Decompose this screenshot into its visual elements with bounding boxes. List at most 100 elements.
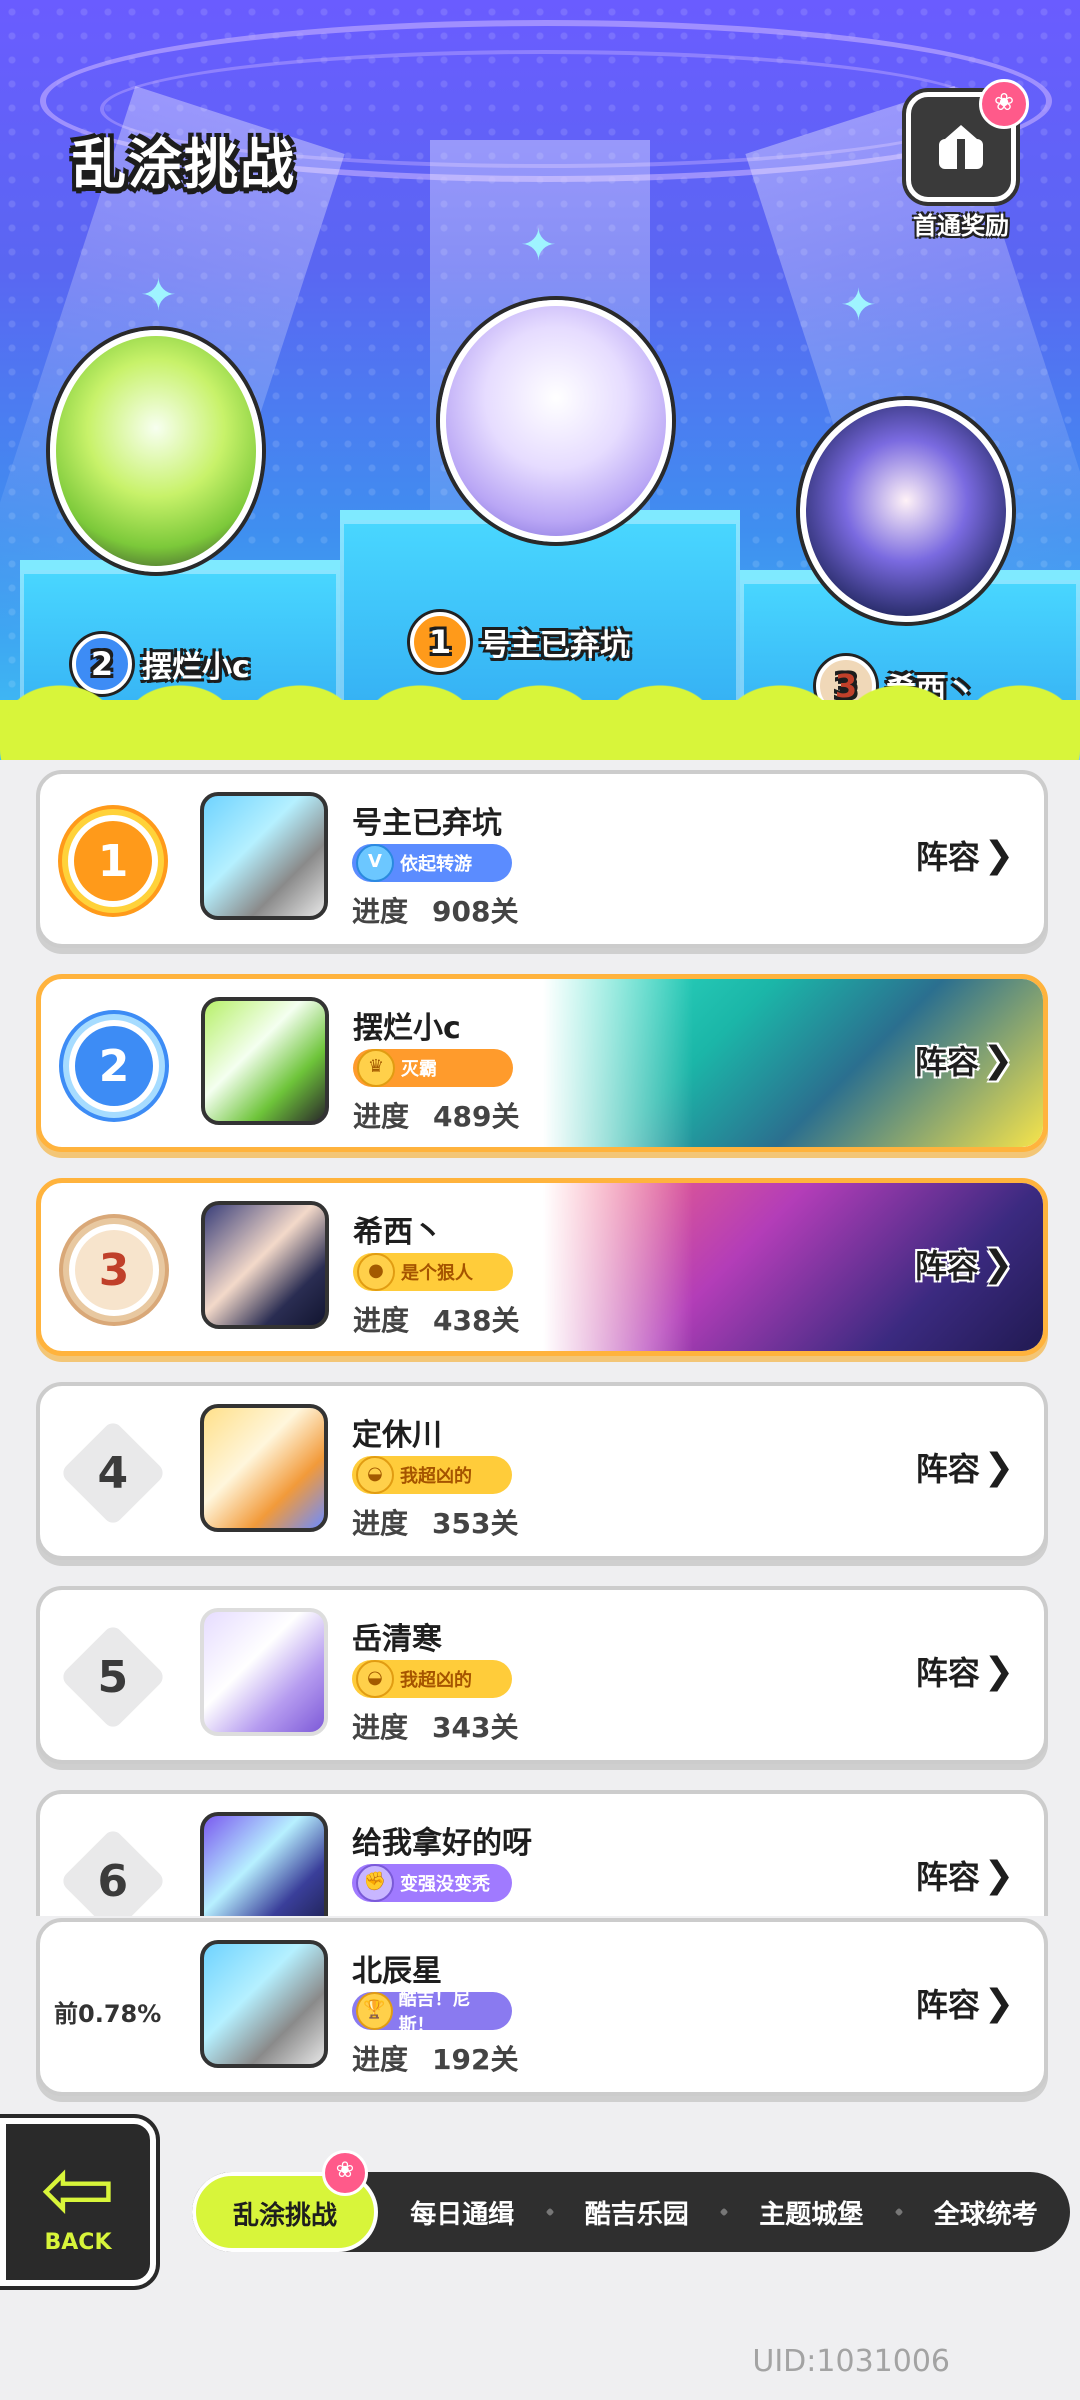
avatar[interactable] <box>200 1608 328 1736</box>
title-tag-text: 变强没变秃 <box>400 1874 490 1895</box>
first-place-character[interactable] <box>440 300 672 542</box>
lineup-button[interactable]: 阵容 ❯ <box>916 1852 1014 1898</box>
tab-global-exam[interactable]: 全球统考 <box>902 2194 1071 2231</box>
progress: 进度 343关 <box>352 1706 518 1746</box>
leaderboard-row[interactable]: 4 定休川 ◒ 我超凶的 进度 353关 阵容 ❯ <box>36 1382 1048 1560</box>
tab-theme-castle[interactable]: 主题城堡 <box>727 2194 896 2231</box>
tab-label: 每日通缉 <box>410 2199 515 2230</box>
progress: 进度 192关 <box>352 2038 518 2078</box>
tab-kuji-park[interactable]: 酷吉乐园 <box>553 2194 722 2231</box>
crown-icon: ♛ <box>357 1049 395 1087</box>
chevron-right-icon: ❯ <box>982 1243 1013 1285</box>
lineup-label: 阵容 <box>914 1043 979 1081</box>
egg-icon: ◒ <box>356 1456 394 1494</box>
leaderboard-row[interactable]: 1 号主已弃坑 V 依起转游 进度 908关 阵容 ❯ <box>36 770 1048 948</box>
gift-icon: ❀ <box>979 79 1029 129</box>
leaderboard-row[interactable]: 6 给我拿好的呀 ✊ 变强没变秃 阵容 ❯ <box>36 1790 1048 1916</box>
lineup-button[interactable]: 阵容 ❯ <box>916 1648 1014 1694</box>
my-rank-percent: 前0.78% <box>54 2000 162 2028</box>
avatar[interactable] <box>201 997 329 1125</box>
lineup-label: 阵容 <box>915 1986 980 2024</box>
podium-name-first: 1 号主已弃坑 <box>410 612 630 672</box>
leaderboard-list[interactable]: 1 号主已弃坑 V 依起转游 进度 908关 阵容 ❯ 2 摆烂小c ♛ 灭霸 进度… <box>36 766 1048 1916</box>
avatar[interactable] <box>200 792 328 920</box>
progress-value: 192关 <box>432 2043 519 2076</box>
slime-divider <box>0 680 1080 760</box>
rank-number: 6 <box>97 1855 129 1907</box>
avatar[interactable] <box>200 1812 328 1916</box>
gold-medal-icon: 1 <box>68 815 158 907</box>
progress-label: 进度 <box>352 2043 409 2076</box>
lineup-button[interactable]: 阵容 ❯ <box>915 1037 1013 1083</box>
lineup-button[interactable]: 阵容 ❯ <box>915 1241 1013 1287</box>
lineup-label: 阵容 <box>915 1654 980 1692</box>
tab-doodle-challenge[interactable]: 乱涂挑战 ❀ <box>192 2150 378 2252</box>
progress-value: 438关 <box>433 1304 520 1337</box>
reward-box-icon <box>939 125 983 169</box>
progress: 进度 489关 <box>353 1095 519 1135</box>
sparkle-icon: ✦ <box>520 220 557 271</box>
gift-icon: ❀ <box>322 2150 368 2196</box>
player-name: 给我拿好的呀 <box>352 1826 532 1861</box>
leaderboard-row[interactable]: 5 岳清寒 ◒ 我超凶的 进度 343关 阵容 ❯ <box>36 1586 1048 1764</box>
trophy-icon: 🏆 <box>356 1992 393 2030</box>
mode-tab-bar: 乱涂挑战 ❀ 每日通缉 酷吉乐园 主题城堡 全球统考 <box>192 2150 1071 2252</box>
progress-value: 908关 <box>432 895 519 928</box>
chevron-right-icon: ❯ <box>983 1982 1014 2024</box>
title-tag: ✊ 变强没变秃 <box>352 1864 512 1902</box>
progress-value: 353关 <box>432 1507 519 1540</box>
avatar[interactable] <box>200 1404 328 1532</box>
back-arrow-icon: ⇦ <box>40 2136 116 2242</box>
podium-player-name: 号主已弃坑 <box>480 628 630 663</box>
lineup-button[interactable]: 阵容 ❯ <box>916 1444 1014 1490</box>
chevron-right-icon: ❯ <box>982 1039 1013 1081</box>
lineup-button[interactable]: 阵容 ❯ <box>916 1980 1014 2026</box>
chevron-right-icon: ❯ <box>983 1650 1014 1692</box>
rank-diamond-shape: 5 <box>59 1623 167 1731</box>
page-title: 乱涂挑战 <box>72 133 296 196</box>
rank-number: 5 <box>97 1651 129 1703</box>
progress: 进度 353关 <box>352 1502 518 1542</box>
lineup-button[interactable]: 阵容 ❯ <box>916 832 1014 878</box>
second-place-character[interactable] <box>50 330 262 572</box>
back-button[interactable]: ⇦ BACK <box>0 2118 156 2286</box>
rank-medal: 3 <box>69 1224 159 1316</box>
first-clear-reward-button[interactable]: ❀ 首通奖励 <box>896 79 1029 240</box>
title-tag-text: 灭霸 <box>401 1059 437 1080</box>
leaderboard-row[interactable]: 3 希西丶 ● 是个狠人 进度 438关 阵容 ❯ <box>36 1178 1048 1356</box>
title-tag-text: 是个狠人 <box>401 1263 473 1284</box>
chevron-right-icon: ❯ <box>983 1446 1014 1488</box>
fist-icon: ✊ <box>356 1864 394 1902</box>
title-tag: ● 是个狠人 <box>353 1253 513 1291</box>
tab-label: 主题城堡 <box>759 2199 864 2230</box>
title-tag: ♛ 灭霸 <box>353 1049 513 1087</box>
lineup-label: 阵容 <box>915 1858 980 1896</box>
progress: 进度 908关 <box>352 890 518 930</box>
title-tag-text: 依起转游 <box>400 854 472 875</box>
avatar[interactable] <box>201 1201 329 1329</box>
leaderboard-row[interactable]: 2 摆烂小c ♛ 灭霸 进度 489关 阵容 ❯ <box>36 974 1048 1152</box>
lineup-label: 阵容 <box>915 1450 980 1488</box>
v-badge-icon: V <box>356 844 394 882</box>
rank-badge: 1 <box>410 612 470 672</box>
back-label: BACK <box>44 2229 112 2255</box>
tab-daily-wanted[interactable]: 每日通缉 <box>378 2194 547 2231</box>
silver-medal-icon: 2 <box>69 1020 159 1112</box>
sparkle-icon: ✦ <box>140 270 177 321</box>
tab-label: 全球统考 <box>933 2199 1038 2230</box>
title-tag: 🏆 酷吉！尼斯！ <box>352 1989 512 2036</box>
third-place-character[interactable] <box>800 400 1012 622</box>
rank-diamond: 6 <box>59 1827 167 1916</box>
rank-diamond: 5 <box>59 1623 167 1731</box>
my-rank-row[interactable]: 前0.78% 北辰星 🏆 酷吉！尼斯！ 进度 192关 阵容 ❯ <box>36 1918 1048 2096</box>
player-name: 岳清寒 <box>352 1622 442 1657</box>
avatar[interactable] <box>200 1940 328 2068</box>
rank-medal: 2 <box>69 1020 159 1112</box>
tab-label: 酷吉乐园 <box>584 2199 689 2230</box>
rank-diamond-shape: 4 <box>59 1419 167 1527</box>
player-name: 摆烂小c <box>353 1011 461 1046</box>
player-name: 定休川 <box>352 1418 442 1453</box>
progress-label: 进度 <box>352 895 409 928</box>
title-tag: ◒ 我超凶的 <box>352 1660 512 1698</box>
tab-label: 乱涂挑战 <box>232 2201 337 2231</box>
